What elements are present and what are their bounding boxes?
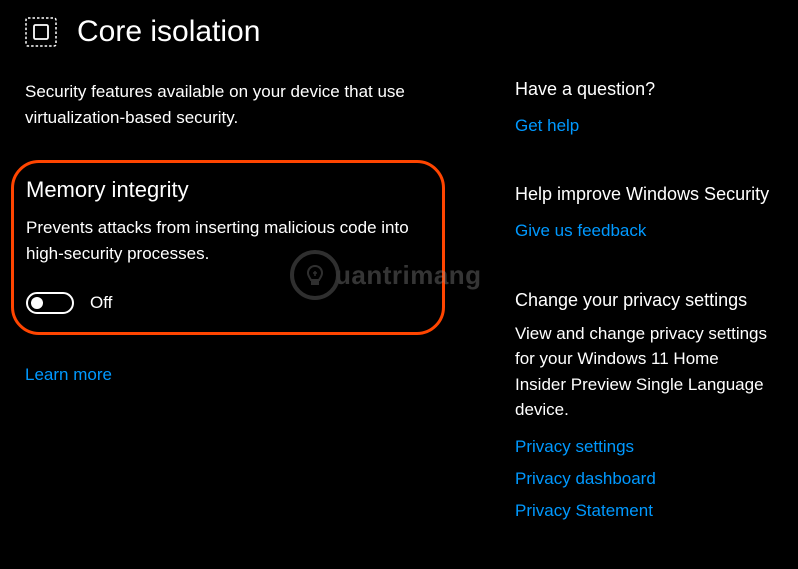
sidebar: Have a question? Get help Help improve W… [515,79,773,569]
privacy-settings-link[interactable]: Privacy settings [515,431,773,463]
main-content: Security features available on your devi… [25,79,445,569]
memory-integrity-description: Prevents attacks from inserting maliciou… [26,215,424,266]
privacy-statement-link[interactable]: Privacy Statement [515,495,773,527]
memory-integrity-toggle-row: Off [26,292,424,314]
give-feedback-link[interactable]: Give us feedback [515,215,773,247]
core-isolation-icon [25,16,57,48]
learn-more-link[interactable]: Learn more [25,365,112,384]
memory-integrity-title: Memory integrity [26,177,424,203]
question-heading: Have a question? [515,79,773,100]
privacy-heading: Change your privacy settings [515,290,773,311]
memory-integrity-toggle[interactable] [26,292,74,314]
improve-heading: Help improve Windows Security [515,184,773,205]
privacy-section: Change your privacy settings View and ch… [515,290,773,528]
privacy-dashboard-link[interactable]: Privacy dashboard [515,463,773,495]
question-section: Have a question? Get help [515,79,773,142]
toggle-knob [31,297,43,309]
page-description: Security features available on your devi… [25,79,445,130]
memory-integrity-section: Memory integrity Prevents attacks from i… [11,160,445,335]
get-help-link[interactable]: Get help [515,110,773,142]
privacy-text: View and change privacy settings for you… [515,321,773,423]
improve-section: Help improve Windows Security Give us fe… [515,184,773,247]
page-title: Core isolation [77,15,260,49]
toggle-state-label: Off [90,293,112,313]
page-header: Core isolation [25,15,773,49]
